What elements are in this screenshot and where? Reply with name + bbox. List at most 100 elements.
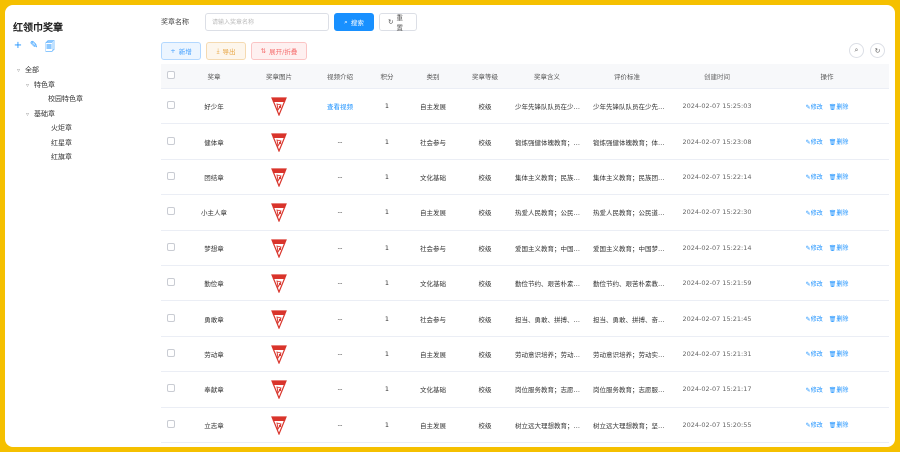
select-all-checkbox[interactable] (167, 71, 175, 79)
search-input[interactable] (205, 13, 329, 31)
header-category: 类别 (426, 73, 440, 81)
reset-button[interactable]: ↻ 重置 (379, 13, 417, 32)
sidebar-title: 红领巾奖章 (13, 23, 63, 34)
row-checkbox[interactable] (167, 171, 175, 180)
tree-node[interactable]: 校园特色章 (13, 92, 147, 107)
cell-video: -- (337, 385, 343, 394)
delete-button[interactable]: 🗑删除 (829, 243, 849, 252)
delete-label: 删除 (836, 386, 849, 394)
cell-medal-name: 小主人章 (201, 209, 227, 218)
cell-medal-image (247, 236, 311, 260)
search-button[interactable]: ⌕ 搜索 (334, 13, 374, 31)
caret-down-icon: ▿ (26, 110, 30, 118)
add-node-icon[interactable]: + (13, 40, 23, 57)
tree-node[interactable]: ▿ 特色章 (13, 78, 147, 93)
refresh-icon[interactable]: ↻ (870, 43, 885, 58)
delete-label: 删除 (836, 174, 849, 182)
edit-button[interactable]: ✎修改 (806, 137, 823, 146)
edit-button[interactable]: ✎修改 (806, 208, 823, 217)
delete-button[interactable]: 🗑删除 (829, 349, 849, 358)
add-button-label: 新增 (178, 48, 192, 56)
cell-actions: ✎修改 🗑删除 (765, 314, 889, 323)
medal-badge-icon (271, 416, 287, 435)
cell-score: 1 (384, 208, 390, 217)
delete-label: 删除 (836, 422, 849, 430)
cell-created-time: 2024-02-07 15:21:17 (682, 385, 752, 394)
cell-category: 文化基础 (420, 280, 446, 289)
row-checkbox[interactable] (167, 348, 175, 357)
cell-actions: ✎修改 🗑删除 (765, 420, 889, 429)
delete-button[interactable]: 🗑删除 (829, 102, 849, 111)
edit-button[interactable]: ✎修改 (806, 314, 823, 323)
delete-button[interactable]: 🗑删除 (829, 385, 849, 394)
medal-table: 奖章 奖章图片 视频介绍 积分 类别 奖章等级 奖章含义 评价标准 创建时间 操… (161, 64, 889, 443)
edit-label: 修改 (810, 316, 823, 324)
cell-medal-name: 梦想章 (204, 244, 224, 253)
delete-button[interactable]: 🗑删除 (829, 279, 849, 288)
tree-node[interactable]: 火炬章 (13, 121, 147, 136)
cell-score: 1 (384, 243, 390, 252)
refresh-icon: ↻ (388, 18, 394, 26)
delete-button[interactable]: 🗑删除 (829, 208, 849, 217)
delete-label: 删除 (836, 316, 849, 324)
cell-level: 校级 (478, 138, 492, 147)
delete-button[interactable]: 🗑删除 (829, 172, 849, 181)
edit-node-icon[interactable]: ✎ (29, 40, 39, 57)
row-checkbox[interactable] (167, 419, 175, 428)
delete-button[interactable]: 🗑删除 (829, 420, 849, 429)
cell-medal-name: 好少年 (204, 103, 224, 112)
edit-button[interactable]: ✎修改 (806, 385, 823, 394)
edit-button[interactable]: ✎修改 (806, 279, 823, 288)
delete-button[interactable]: 🗑删除 (829, 137, 849, 146)
edit-button[interactable]: ✎修改 (806, 102, 823, 111)
cell-actions: ✎修改 🗑删除 (765, 137, 889, 146)
cell-actions: ✎修改 🗑删除 (765, 102, 889, 111)
edit-button[interactable]: ✎修改 (806, 243, 823, 252)
cell-medal-image (247, 200, 311, 224)
cell-video: -- (337, 137, 343, 146)
download-icon: ⤓ (216, 46, 220, 55)
cell-medal-name: 勤俭章 (204, 280, 224, 289)
cell-level: 校级 (478, 421, 492, 430)
row-checkbox[interactable] (167, 278, 175, 287)
cell-created-time: 2024-02-07 15:22:30 (682, 208, 752, 217)
edit-button[interactable]: ✎修改 (806, 349, 823, 358)
table-row: 勤俭章 -- 1 文化基础 校级 勤俭节约、艰苦朴素教育... 勤俭节约、艰苦朴… (161, 266, 889, 302)
tree-node-label: 红星章 (51, 138, 72, 147)
add-button[interactable]: + 新增 (161, 42, 201, 60)
row-checkbox[interactable] (167, 207, 175, 216)
expand-collapse-button[interactable]: ⇅ 展开/折叠 (251, 42, 307, 60)
cell-video[interactable]: 查看视频 (311, 101, 369, 111)
tree-node-label: 火炬章 (51, 124, 72, 132)
tree-node[interactable]: 红旗章 (13, 150, 147, 165)
cell-score: 1 (384, 172, 390, 181)
edit-button[interactable]: ✎修改 (806, 420, 823, 429)
row-checkbox[interactable] (167, 242, 175, 251)
cell-standard: 劳动意识培养；劳动实践... (593, 350, 669, 359)
row-checkbox[interactable] (167, 136, 175, 145)
edit-label: 修改 (810, 174, 823, 182)
edit-label: 修改 (810, 280, 823, 288)
medal-badge-icon (271, 380, 287, 400)
export-button[interactable]: ⤓ 导出 (206, 42, 246, 60)
row-checkbox[interactable] (167, 101, 175, 110)
edit-button[interactable]: ✎修改 (806, 172, 823, 181)
delete-label: 删除 (836, 280, 849, 288)
search-toggle-icon[interactable]: ⌕ (849, 43, 864, 58)
cell-category: 自主发展 (420, 421, 446, 430)
cell-video: -- (337, 243, 343, 252)
tree-node[interactable]: 红星章 (13, 136, 147, 151)
edit-label: 修改 (810, 139, 823, 147)
cell-video: -- (337, 172, 343, 181)
cell-medal-name: 奉献章 (204, 386, 224, 395)
tree-node[interactable]: ▿ 全部 (13, 63, 147, 78)
tree-node-label: 基础章 (34, 109, 55, 118)
row-checkbox[interactable] (167, 384, 175, 393)
cell-created-time: 2024-02-07 15:22:14 (682, 172, 752, 181)
delete-node-icon[interactable]: 🗐 (45, 40, 55, 57)
cell-level: 校级 (478, 386, 492, 395)
delete-button[interactable]: 🗑删除 (829, 314, 849, 323)
tree-node[interactable]: ▿ 基础章 (13, 107, 147, 122)
cell-standard: 勤俭节约、艰苦朴素教育... (593, 280, 669, 289)
row-checkbox[interactable] (167, 313, 175, 322)
